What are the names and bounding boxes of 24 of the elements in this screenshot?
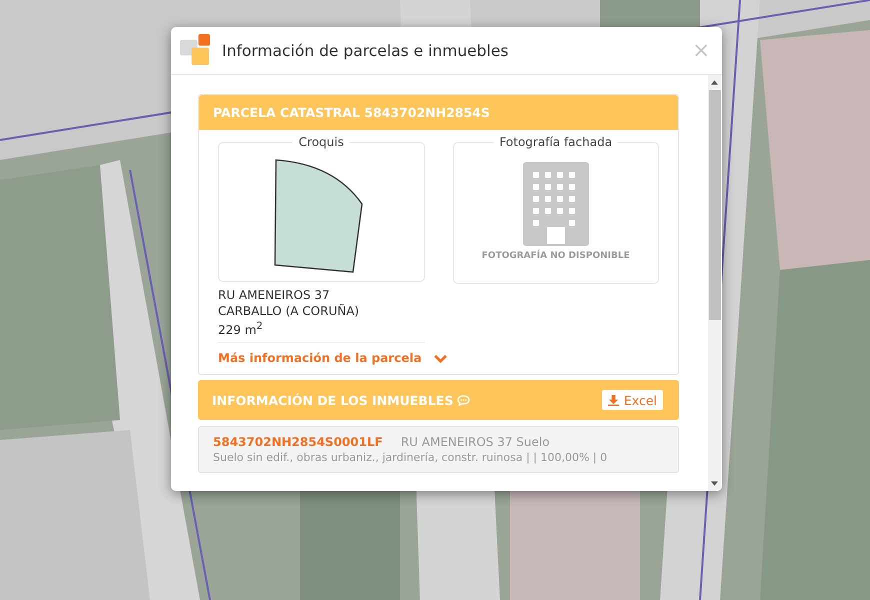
squares-logo-icon — [180, 34, 211, 67]
property-details: Suelo sin edif., obras urbaniz., jardinería, constr. ruinosa | | 100,00% | 0 — [213, 451, 608, 464]
building-icon — [522, 162, 589, 246]
scroll-up-icon[interactable] — [711, 80, 718, 85]
scrollbar[interactable] — [708, 75, 721, 491]
photo-label: Fotografía fachada — [493, 135, 618, 150]
property-item[interactable]: 5843702NH2854S0001LF RU AMENEIROS 37 Suelo Suelo sin edif., obras urbaniz., jardinería, constr. ruinosa | | 100,00% | 0 — [198, 426, 679, 473]
property-address: RU AMENEIROS 37 Suelo — [400, 435, 550, 449]
more-info-link[interactable]: Más información de la parcela — [218, 351, 447, 365]
close-button[interactable]: × — [692, 40, 710, 61]
sketch-label: Croquis — [292, 135, 350, 150]
parcel-title: PARCELA CATASTRAL 5843702NH2854S — [213, 105, 490, 120]
properties-title: INFORMACIÓN DE LOS INMUEBLES — [212, 392, 454, 408]
scroll-down-icon[interactable] — [711, 481, 718, 486]
address-line: 229 m$^{2}$ — [218, 320, 264, 338]
scrollbar-thumb[interactable] — [708, 90, 720, 320]
photo-unavailable-text: FOTOGRAFÍA NO DISPONIBLE — [482, 251, 630, 261]
excel-button[interactable]: Excel — [602, 390, 663, 410]
address-line: RU AMENEIROS 37 — [218, 287, 331, 303]
window-title: Información de parcelas e inmuebles — [222, 42, 510, 60]
property-reference: 5843702NH2854S0001LF — [213, 435, 383, 449]
download-icon — [608, 394, 619, 406]
speech-bubble-icon — [457, 394, 470, 406]
address-line: CARBALLO (A CORUÑA) — [218, 303, 360, 319]
